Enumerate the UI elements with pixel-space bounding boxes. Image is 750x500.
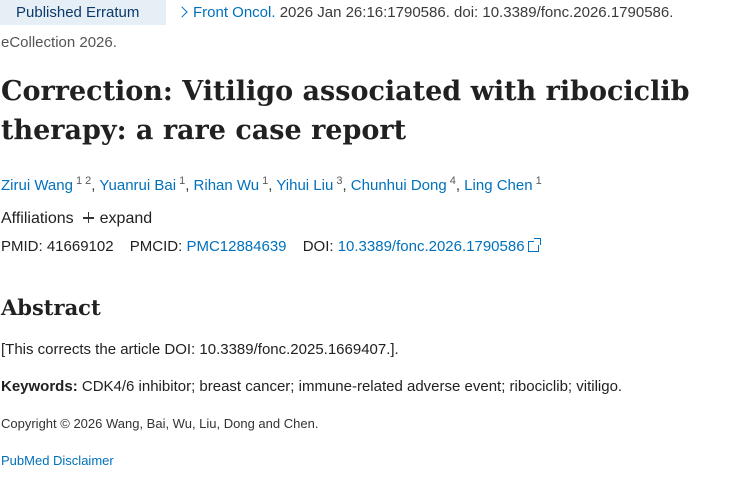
journal-link[interactable]: Front Oncol. — [193, 4, 276, 21]
article-title: Correction: Vitiligo associated with rib… — [1, 76, 690, 146]
pubmed-disclaimer-link[interactable]: PubMed Disclaimer — [1, 453, 114, 468]
author-link[interactable]: Yihui Liu — [276, 177, 333, 194]
plus-icon — [82, 212, 94, 223]
pmcid-link[interactable]: PMC12884639 — [186, 238, 286, 255]
author-separator: , — [342, 177, 351, 194]
ecollection-text: eCollection 2026. — [1, 34, 117, 51]
author-link[interactable]: Zirui Wang — [1, 177, 73, 194]
author-affiliation-sup[interactable]: 1 2 — [76, 175, 91, 187]
author-link[interactable]: Rihan Wu — [194, 177, 260, 194]
external-link-icon — [527, 238, 541, 252]
pmid-label: PMID: — [1, 238, 43, 255]
author-separator: , — [455, 177, 465, 194]
author-link[interactable]: Ling Chen — [464, 177, 532, 194]
author-list: Zirui Wang 1 2, Yuanrui Bai 1, Rihan Wu 1, … — [1, 170, 542, 197]
doi-link[interactable]: 10.3389/fonc.2026.1790586 — [337, 238, 541, 255]
article-identifiers: PMID: 41669102 PMCID: PMC12884639 DOI: 1… — [1, 238, 541, 255]
expand-label: expand — [99, 210, 153, 227]
doi-label: DOI: — [302, 238, 334, 255]
chevron-right-icon — [176, 6, 188, 18]
copyright-text: Copyright © 2026 Wang, Bai, Wu, Liu, Don… — [1, 416, 319, 431]
published-erratum-badge: Published Erratum — [0, 0, 166, 25]
affiliations-toggle[interactable]: Affiliations expand — [1, 210, 152, 228]
author-affiliation-sup[interactable]: 1 — [536, 175, 542, 187]
abstract-text: [This corrects the article DOI: 10.3389/… — [1, 341, 399, 358]
citation-text: 2026 Jan 26:16:1790586. doi: 10.3389/fon… — [275, 4, 674, 21]
author-link[interactable]: Yuanrui Bai — [99, 177, 176, 194]
keywords: Keywords: CDK4/6 inhibitor; breast cance… — [1, 378, 622, 395]
affiliations-label: Affiliations — [1, 210, 74, 227]
author-link[interactable]: Chunhui Dong — [351, 177, 447, 194]
keywords-list: CDK4/6 inhibitor; breast cancer; immune-… — [77, 378, 623, 395]
author-separator: , — [185, 177, 194, 194]
keywords-label: Keywords: — [1, 378, 78, 395]
doi-value: 10.3389/fonc.2026.1790586 — [337, 238, 525, 255]
pmid-value: 41669102 — [46, 238, 114, 255]
citation-line: Front Oncol. 2026 Jan 26:16:1790586. doi… — [176, 4, 673, 22]
pmcid-label: PMCID: — [129, 238, 183, 255]
abstract-heading: Abstract — [1, 295, 101, 320]
